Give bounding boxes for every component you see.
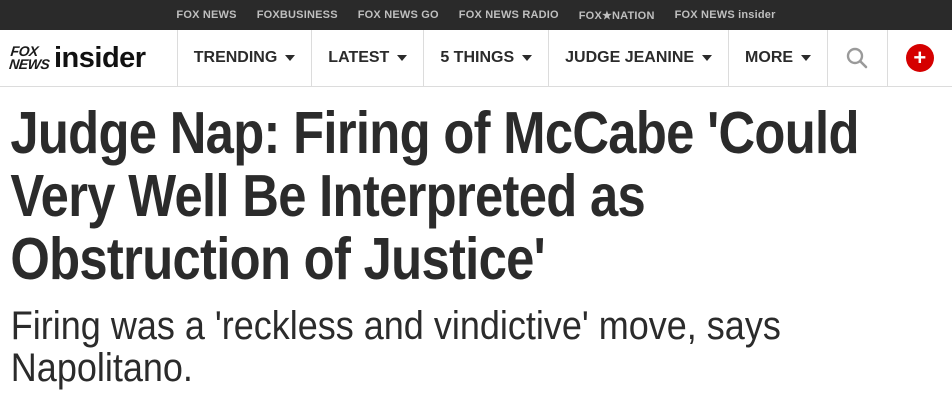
nav-latest-label: LATEST [328, 49, 390, 66]
network-link-fox-business[interactable]: FOXBUSINESS [257, 9, 338, 21]
network-link-fox-news[interactable]: FOX NEWS [176, 9, 236, 21]
chevron-down-icon [801, 55, 812, 61]
fox-news-insider-logo[interactable]: FOX NEWS insider [0, 30, 177, 86]
network-link-fox-news-insider[interactable]: FOX NEWS insider [675, 9, 776, 21]
chevron-down-icon [285, 55, 296, 61]
chevron-down-icon [522, 55, 533, 61]
network-link-fox-news-go[interactable]: FOX NEWS GO [358, 9, 439, 21]
network-bar: FOX NEWS FOXBUSINESS FOX NEWS GO FOX NEW… [0, 0, 952, 30]
nav-trending-label: TRENDING [193, 49, 278, 66]
article-headline: Judge Nap: Firing of McCabe 'Could Very … [10, 100, 859, 292]
search-button[interactable] [827, 30, 887, 86]
chevron-down-icon [702, 55, 713, 61]
logo-news-text: NEWS [8, 56, 51, 72]
chevron-down-icon [397, 55, 408, 61]
search-icon [847, 47, 868, 69]
network-link-fox-nation[interactable]: FOX★NATION [579, 9, 655, 22]
nav-5-things-label: 5 THINGS [440, 49, 515, 66]
nav-latest[interactable]: LATEST [311, 30, 423, 86]
plus-circle-icon: + [905, 44, 934, 72]
nav-5-things[interactable]: 5 THINGS [423, 30, 548, 86]
logo-insider-text: insider [54, 41, 146, 74]
nav-more[interactable]: MORE [728, 30, 827, 86]
network-link-fox-news-radio[interactable]: FOX NEWS RADIO [459, 9, 559, 21]
fox-news-logo-mark: FOX NEWS [8, 43, 52, 72]
article-subheadline: Firing was a 'reckless and vindictive' m… [10, 304, 781, 390]
plus-symbol: + [913, 45, 927, 70]
nav-more-label: MORE [745, 49, 794, 66]
main-navigation: FOX NEWS insider TRENDING LATEST 5 THING… [0, 30, 952, 87]
nav-trending[interactable]: TRENDING [176, 30, 312, 86]
fox-plus-button[interactable]: + [886, 30, 952, 86]
nav-judge-jeanine-label: JUDGE JEANINE [565, 49, 695, 66]
nav-judge-jeanine[interactable]: JUDGE JEANINE [548, 30, 728, 86]
